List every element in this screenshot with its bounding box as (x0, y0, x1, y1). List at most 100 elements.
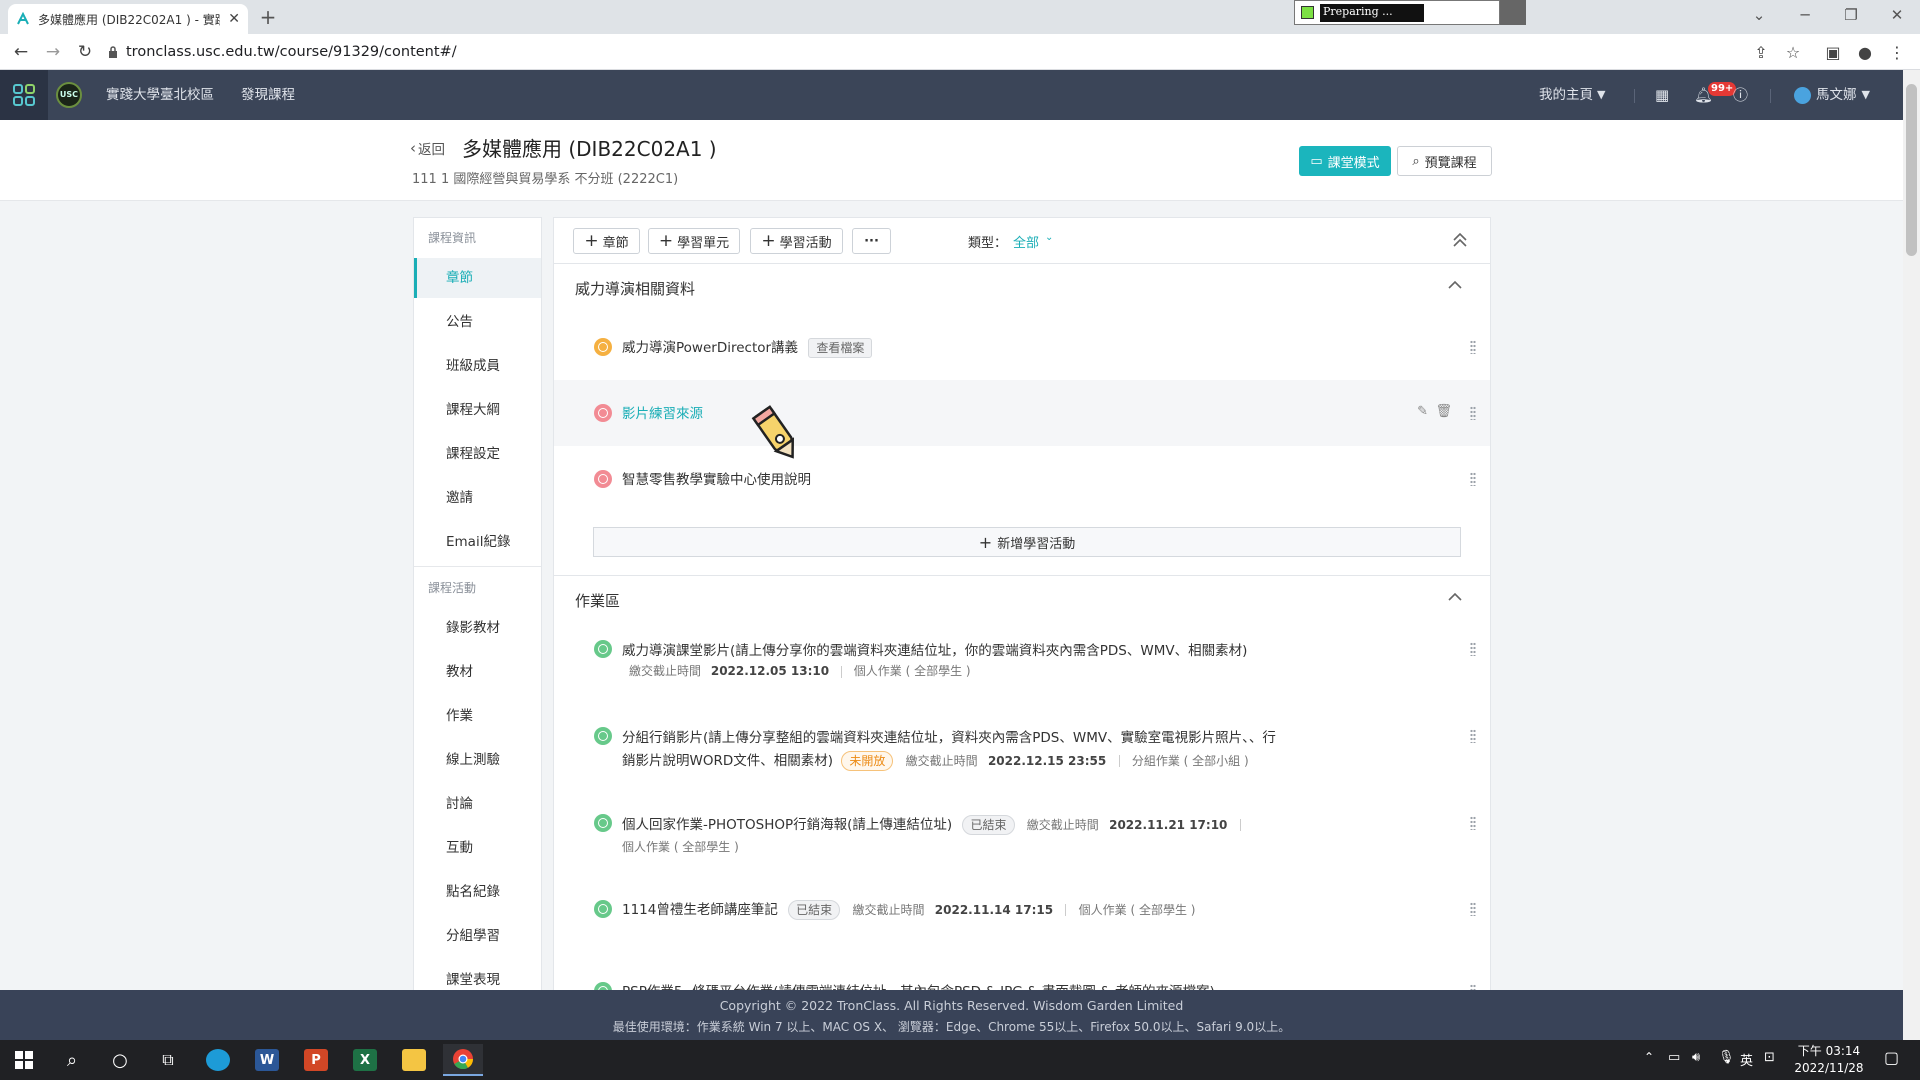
activity-row[interactable]: 智慧零售教學實驗中心使用說明 (554, 446, 1490, 512)
drag-handle-icon[interactable] (1470, 729, 1476, 743)
back-arrow-icon[interactable]: ← (8, 39, 34, 65)
profile-icon[interactable]: ● (1852, 39, 1878, 65)
school-link[interactable]: 實踐大學臺北校區 (106, 70, 214, 120)
edit-icon[interactable]: ✎ (1417, 404, 1428, 419)
close-tab-icon[interactable]: ✕ (228, 11, 240, 27)
activity-title[interactable]: 威力導演PowerDirector講義 (622, 340, 798, 356)
add-unit-label: 學習單元 (677, 235, 730, 251)
tab-search-icon[interactable]: ⌄ (1736, 0, 1782, 30)
drag-handle-icon[interactable] (1470, 406, 1476, 420)
sidebar-item-chapters[interactable]: 章節 (414, 258, 541, 298)
type-filter[interactable]: 類型： 全部 ⌄ (968, 232, 1053, 251)
ime-mode-icon[interactable]: ⊡ (1764, 1050, 1775, 1065)
sidebar-item-interaction[interactable]: 互動 (414, 828, 541, 868)
sidebar-item-materials[interactable]: 教材 (414, 652, 541, 692)
sidebar-item-homework[interactable]: 作業 (414, 696, 541, 736)
browser-tab[interactable]: 多媒體應用 (DIB22C02A1 ) - 實踐... ✕ (8, 4, 248, 34)
activity-row[interactable]: 威力導演PowerDirector講義 查看檔案 (554, 314, 1490, 380)
browser-menu-icon[interactable]: ⋮ (1884, 39, 1910, 65)
side-panel-icon[interactable]: ▣ (1820, 39, 1846, 65)
task-view-icon[interactable]: ⧉ (148, 1044, 188, 1076)
sidebar-item-announcements[interactable]: 公告 (414, 302, 541, 342)
drag-handle-icon[interactable] (1470, 340, 1476, 354)
forward-arrow-icon[interactable]: → (40, 39, 66, 65)
user-menu[interactable]: 馬文娜 ▼ (1794, 70, 1870, 120)
app-grid-icon[interactable] (0, 70, 48, 120)
taskbar-clock[interactable]: 下午 03:14 2022/11/28 (1784, 1043, 1874, 1077)
my-home-menu[interactable]: 我的主頁 ▼ (1539, 70, 1605, 120)
help-icon[interactable]: ⓘ (1733, 70, 1748, 120)
school-logo-icon[interactable]: USC (56, 82, 82, 108)
activity-row[interactable]: 影片練習來源 ✎ 🗑︎ (554, 380, 1490, 446)
sidebar-item-attendance[interactable]: 點名紀錄 (414, 872, 541, 912)
sidebar-item-email-log[interactable]: Email紀錄 (414, 522, 541, 562)
homework-title[interactable]: 1114曾禮生老師講座筆記 (622, 902, 778, 918)
homework-title-line2[interactable]: 銷影片說明WORD文件、相關素材) (622, 753, 833, 769)
drag-handle-icon[interactable] (1470, 816, 1476, 830)
collapse-all-icon[interactable] (1452, 231, 1468, 249)
trash-icon[interactable]: 🗑︎ (1435, 404, 1452, 419)
homework-title-line1[interactable]: 分組行銷影片(請上傳分享整組的雲端資料夾連結位址，資料夾內需含PDS、WMV、實… (622, 726, 1276, 746)
volume-icon[interactable]: 🔊︎ (1692, 1050, 1700, 1065)
add-learning-activity-button[interactable]: + 新增學習活動 (593, 527, 1461, 557)
windows-start-icon[interactable] (4, 1044, 44, 1076)
add-chapter-button[interactable]: + 章節 (573, 228, 640, 254)
search-icon[interactable]: ⌕ (52, 1044, 92, 1076)
homework-row[interactable]: 個人回家作業-PHOTOSHOP行銷海報(請上傳連結位址) 已結束 繳交截止時間… (554, 804, 1490, 884)
file-explorer-icon[interactable] (394, 1044, 434, 1076)
discover-courses-link[interactable]: 發現課程 (241, 70, 295, 120)
header-divider (1634, 89, 1635, 103)
add-activity-button[interactable]: + 學習活動 (750, 228, 843, 254)
homework-title[interactable]: 威力導演課堂影片(請上傳分享你的雲端資料夾連結位址，你的雲端資料夾內需含PDS、… (622, 639, 1247, 659)
word-icon[interactable]: W (247, 1044, 287, 1076)
homework-row[interactable]: 1114曾禮生老師講座筆記 已結束 繳交截止時間 2022.11.14 17:1… (554, 894, 1490, 964)
drag-handle-icon[interactable] (1470, 642, 1476, 656)
chevron-up-icon[interactable] (1448, 592, 1462, 602)
sidebar-item-settings[interactable]: 課程設定 (414, 434, 541, 474)
sidebar-item-discussion[interactable]: 討論 (414, 784, 541, 824)
view-file-tag[interactable]: 查看檔案 (808, 338, 873, 358)
sidebar-item-invite[interactable]: 邀請 (414, 478, 541, 518)
edge-icon[interactable] (198, 1044, 238, 1076)
sidebar-item-syllabus[interactable]: 課程大綱 (414, 390, 541, 430)
tray-chevron-icon[interactable]: ⌃ (1644, 1050, 1654, 1064)
section-header[interactable]: 作業區 (554, 575, 1490, 625)
add-unit-button[interactable]: + 學習單元 (648, 228, 740, 254)
minimize-icon[interactable]: ─ (1782, 0, 1828, 30)
powerpoint-icon[interactable]: P (296, 1044, 336, 1076)
chrome-icon[interactable] (443, 1044, 483, 1076)
drag-handle-icon[interactable] (1470, 472, 1476, 486)
restore-icon[interactable]: ❐ (1828, 0, 1874, 30)
scrollbar-thumb[interactable] (1906, 84, 1917, 256)
homework-row[interactable]: 威力導演課堂影片(請上傳分享你的雲端資料夾連結位址，你的雲端資料夾內需含PDS、… (554, 630, 1490, 710)
classroom-mode-button[interactable]: ▭ 課堂模式 (1299, 146, 1391, 176)
reload-icon[interactable]: ↻ (72, 39, 98, 65)
close-window-icon[interactable]: ✕ (1874, 0, 1920, 30)
cortana-icon[interactable]: ○ (100, 1044, 140, 1076)
notification-center-icon[interactable]: ▢ (1884, 1048, 1899, 1067)
sidebar-item-videos[interactable]: 錄影教材 (414, 608, 541, 648)
sidebar-item-quiz[interactable]: 線上測驗 (414, 740, 541, 780)
homework-row[interactable]: 分組行銷影片(請上傳分享整組的雲端資料夾連結位址，資料夾內需含PDS、WMV、實… (554, 717, 1490, 797)
sidebar-item-groups[interactable]: 分組學習 (414, 916, 541, 956)
preview-course-button[interactable]: ⌕ 預覽課程 (1397, 146, 1492, 176)
drag-handle-icon[interactable] (1470, 902, 1476, 916)
share-icon[interactable]: ⇪ (1748, 39, 1774, 65)
url-field[interactable]: tronclass.usc.edu.tw/course/91329/conten… (108, 38, 1778, 66)
bell-icon[interactable]: 🔔︎ (1694, 70, 1713, 120)
section-header[interactable]: 威力導演相關資料 (554, 263, 1490, 313)
back-link[interactable]: ‹ 返回 (410, 138, 445, 158)
activity-title[interactable]: 影片練習來源 (622, 402, 703, 422)
calendar-icon[interactable]: ▦ (1655, 70, 1669, 120)
sidebar-item-members[interactable]: 班級成員 (414, 346, 541, 386)
activity-title[interactable]: 智慧零售教學實驗中心使用說明 (622, 468, 811, 488)
excel-icon[interactable]: X (345, 1044, 385, 1076)
network-icon[interactable]: ▭ (1668, 1050, 1680, 1065)
new-tab-button[interactable]: + (256, 7, 280, 29)
microphone-icon[interactable]: 🎙︎ (1718, 1050, 1735, 1065)
chevron-up-icon[interactable] (1448, 280, 1462, 290)
homework-title[interactable]: 個人回家作業-PHOTOSHOP行銷海報(請上傳連結位址) (622, 817, 952, 833)
bookmark-star-icon[interactable]: ☆ (1780, 39, 1806, 65)
ime-indicator[interactable]: 英 (1740, 1050, 1753, 1069)
more-button[interactable]: ··· (852, 228, 891, 254)
